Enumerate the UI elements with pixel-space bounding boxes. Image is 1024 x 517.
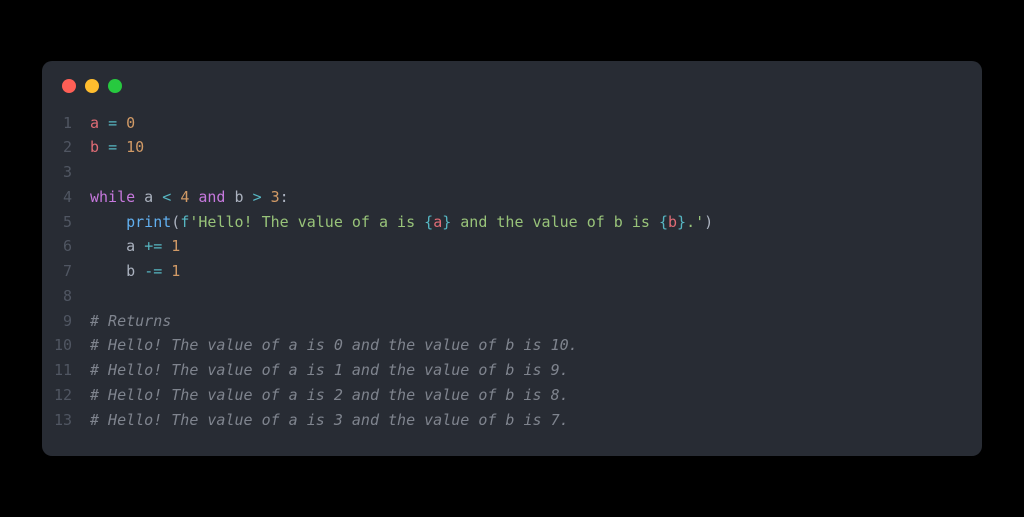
code-token xyxy=(171,188,180,206)
code-token: a xyxy=(90,114,108,132)
code-token: 0 xyxy=(126,114,135,132)
titlebar xyxy=(42,61,982,103)
line-number: 3 xyxy=(42,160,90,185)
line-number: 10 xyxy=(42,333,90,358)
code-token: 4 xyxy=(180,188,189,206)
code-token: and xyxy=(198,188,225,206)
code-token: while xyxy=(90,188,135,206)
code-token xyxy=(90,213,126,231)
minimize-icon[interactable] xyxy=(85,79,99,93)
line-number: 13 xyxy=(42,408,90,433)
maximize-icon[interactable] xyxy=(108,79,122,93)
code-token: # Hello! The value of a is 2 and the val… xyxy=(90,386,569,404)
line-number: 11 xyxy=(42,358,90,383)
code-token: 1 xyxy=(171,262,180,280)
line-content: a += 1 xyxy=(90,234,982,259)
code-token xyxy=(162,237,171,255)
code-token xyxy=(117,114,126,132)
code-token: 10 xyxy=(126,138,144,156)
code-token: -= xyxy=(144,262,162,280)
line-number: 1 xyxy=(42,111,90,136)
code-line: 12# Hello! The value of a is 2 and the v… xyxy=(42,383,982,408)
line-content: # Hello! The value of a is 2 and the val… xyxy=(90,383,982,408)
code-token: : xyxy=(280,188,289,206)
line-content xyxy=(90,160,982,185)
code-line: 11# Hello! The value of a is 1 and the v… xyxy=(42,358,982,383)
code-token: += xyxy=(144,237,162,255)
code-line: 9# Returns xyxy=(42,309,982,334)
code-token: # Hello! The value of a is 3 and the val… xyxy=(90,411,569,429)
code-token: ( xyxy=(171,213,180,231)
code-line: 13# Hello! The value of a is 3 and the v… xyxy=(42,408,982,433)
line-number: 2 xyxy=(42,135,90,160)
code-token: } xyxy=(442,213,451,231)
line-number: 5 xyxy=(42,210,90,235)
line-content: while a < 4 and b > 3: xyxy=(90,185,982,210)
code-token: b xyxy=(90,138,108,156)
code-token: f xyxy=(180,213,189,231)
code-token: > xyxy=(253,188,262,206)
line-number: 12 xyxy=(42,383,90,408)
code-token: { xyxy=(659,213,668,231)
code-token: # Returns xyxy=(90,312,171,330)
code-token xyxy=(262,188,271,206)
code-editor[interactable]: 1a = 02b = 103 4while a < 4 and b > 3:5 … xyxy=(42,103,982,457)
code-line: 8 xyxy=(42,284,982,309)
code-line: 4while a < 4 and b > 3: xyxy=(42,185,982,210)
code-token: ) xyxy=(704,213,713,231)
code-token: a xyxy=(433,213,442,231)
code-token: } xyxy=(677,213,686,231)
line-content: a = 0 xyxy=(90,111,982,136)
code-token xyxy=(162,262,171,280)
code-token: a xyxy=(90,237,144,255)
code-token: b xyxy=(90,262,144,280)
code-token: print xyxy=(126,213,171,231)
code-line: 1a = 0 xyxy=(42,111,982,136)
line-number: 9 xyxy=(42,309,90,334)
code-line: 5 print(f'Hello! The value of a is {a} a… xyxy=(42,210,982,235)
line-content: b -= 1 xyxy=(90,259,982,284)
code-token: 1 xyxy=(171,237,180,255)
line-content: print(f'Hello! The value of a is {a} and… xyxy=(90,210,982,235)
line-number: 7 xyxy=(42,259,90,284)
code-token: and the value of b is xyxy=(451,213,659,231)
line-content: # Hello! The value of a is 0 and the val… xyxy=(90,333,982,358)
code-token: b xyxy=(225,188,252,206)
code-token: 'Hello! The value of a is xyxy=(189,213,424,231)
line-number: 8 xyxy=(42,284,90,309)
code-token: b xyxy=(668,213,677,231)
close-icon[interactable] xyxy=(62,79,76,93)
code-line: 2b = 10 xyxy=(42,135,982,160)
code-token: .' xyxy=(686,213,704,231)
code-line: 3 xyxy=(42,160,982,185)
code-line: 10# Hello! The value of a is 0 and the v… xyxy=(42,333,982,358)
line-content: # Hello! The value of a is 3 and the val… xyxy=(90,408,982,433)
code-line: 7 b -= 1 xyxy=(42,259,982,284)
line-number: 6 xyxy=(42,234,90,259)
code-window: 1a = 02b = 103 4while a < 4 and b > 3:5 … xyxy=(42,61,982,457)
code-line: 6 a += 1 xyxy=(42,234,982,259)
code-token: 3 xyxy=(271,188,280,206)
code-token: # Hello! The value of a is 0 and the val… xyxy=(90,336,578,354)
line-number: 4 xyxy=(42,185,90,210)
code-token: < xyxy=(162,188,171,206)
code-token: a xyxy=(135,188,162,206)
line-content xyxy=(90,284,982,309)
line-content: b = 10 xyxy=(90,135,982,160)
code-token: { xyxy=(424,213,433,231)
line-content: # Returns xyxy=(90,309,982,334)
code-token: = xyxy=(108,138,117,156)
code-token: = xyxy=(108,114,117,132)
code-token xyxy=(117,138,126,156)
line-content: # Hello! The value of a is 1 and the val… xyxy=(90,358,982,383)
code-token: # Hello! The value of a is 1 and the val… xyxy=(90,361,569,379)
